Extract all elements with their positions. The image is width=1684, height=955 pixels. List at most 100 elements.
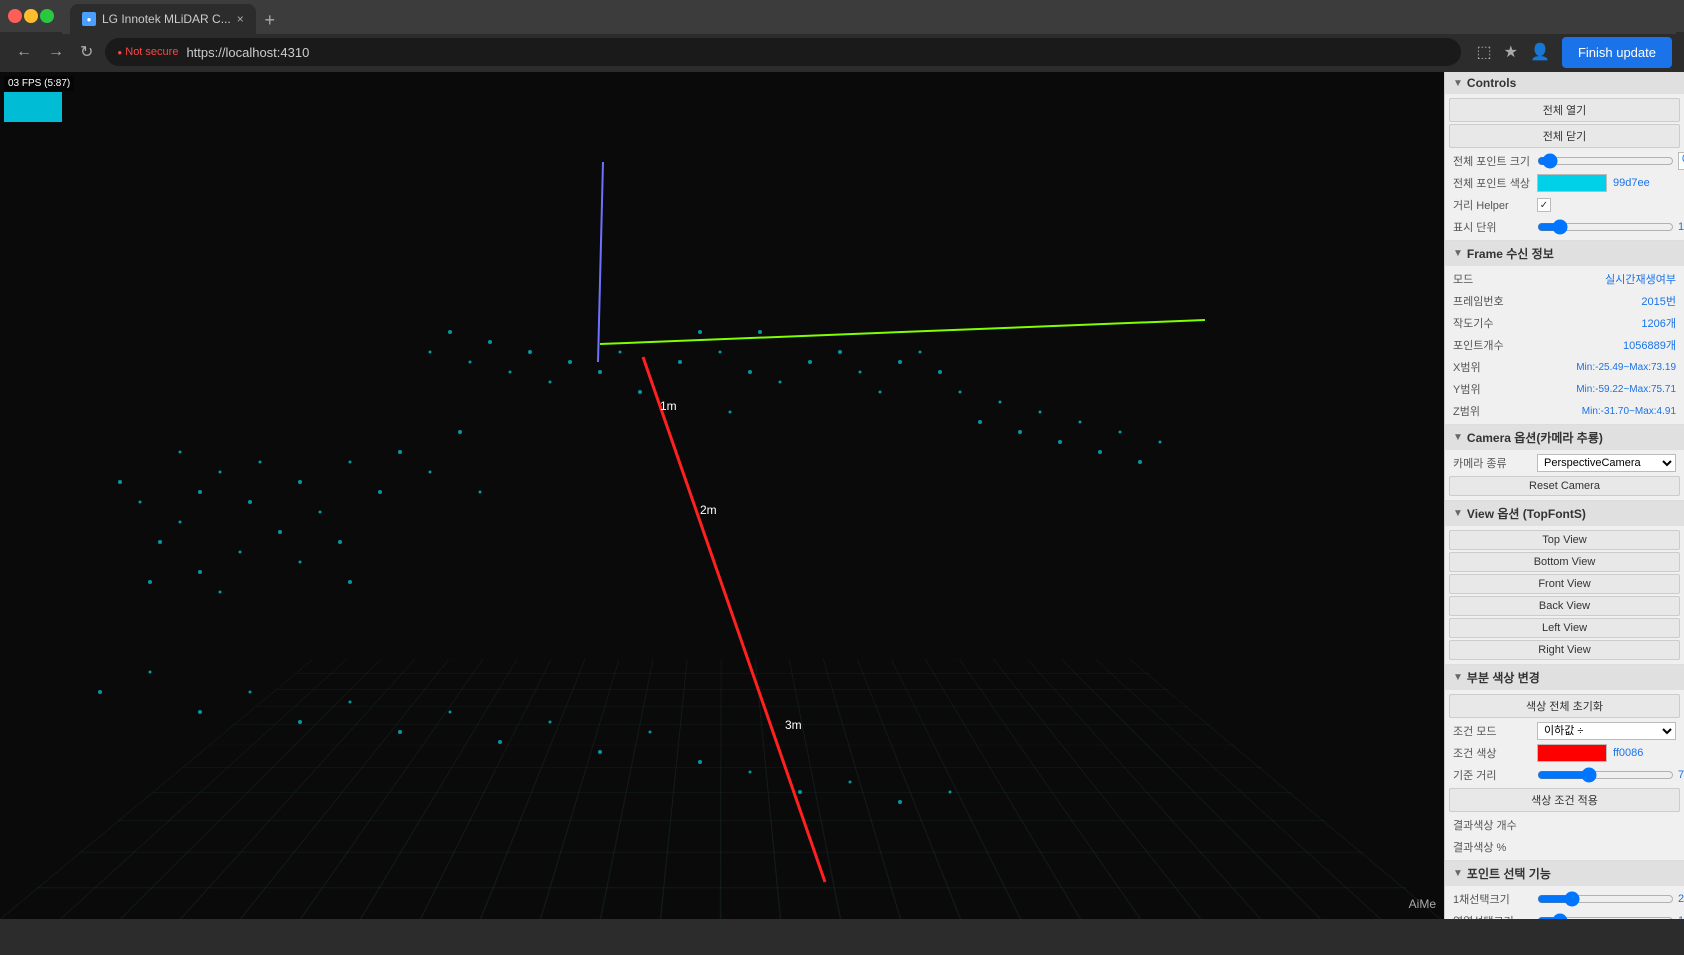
base-distance-slider[interactable] <box>1537 766 1674 784</box>
camera-title: Camera 옵션(카메라 추룡) <box>1467 429 1603 446</box>
camera-chevron: ▼ <box>1453 432 1463 443</box>
distance-helper-checkbox[interactable]: ✓ <box>1537 198 1551 212</box>
tab-close-btn[interactable]: × <box>237 12 244 26</box>
camera-type-select[interactable]: PerspectiveCamera <box>1537 454 1676 472</box>
bottom-view-btn[interactable]: Bottom View <box>1449 552 1680 572</box>
distance-helper-row: 거리 Helper ✓ <box>1445 194 1684 216</box>
bookmark-icon[interactable]: ★ <box>1504 42 1518 62</box>
base-distance-label: 기준 거리 <box>1453 767 1533 783</box>
nav-bar: ← → ↻ Not secure https://localhost:4310 … <box>0 32 1684 72</box>
area-select-slider[interactable] <box>1537 912 1674 919</box>
camera-section-header[interactable]: ▼ Camera 옵션(카메라 추룡) <box>1445 425 1684 450</box>
x-range-label: X범위 <box>1453 359 1533 375</box>
point-color-value: 99d7ee <box>1613 177 1650 189</box>
select-size-slider[interactable] <box>1537 890 1674 908</box>
frame-section: ▼ Frame 수신 정보 모드 실시간재생여부 프레임번호 2015번 작도기… <box>1445 241 1684 425</box>
top-view-btn[interactable]: Top View <box>1449 530 1680 550</box>
url-display: https://localhost:4310 <box>186 45 309 60</box>
refresh-btn[interactable]: ↻ <box>76 38 97 66</box>
profile-icon[interactable]: 👤 <box>1530 42 1550 62</box>
address-bar[interactable]: Not secure https://localhost:4310 <box>105 38 1460 66</box>
view-section: ▼ View 옵션 (TopFontS) Top View Bottom Vie… <box>1445 501 1684 665</box>
measure-2m: 2m <box>700 503 717 517</box>
point-count-row: 작도기수 1206개 <box>1445 312 1684 334</box>
color-section-header[interactable]: ▼ 부분 색상 변경 <box>1445 665 1684 690</box>
open-all-btn[interactable]: 전체 열기 <box>1449 98 1680 122</box>
frame-no-row: 프레임번호 2015번 <box>1445 290 1684 312</box>
select-size-row: 1채선택크기 2 <box>1445 888 1684 910</box>
security-indicator: Not secure <box>117 46 178 58</box>
finish-update-button[interactable]: Finish update <box>1562 37 1672 68</box>
left-view-btn[interactable]: Left View <box>1449 618 1680 638</box>
display-unit-slider[interactable] <box>1537 218 1674 236</box>
select-size-value: 2 <box>1678 893 1684 905</box>
camera-content: 카메라 종류 PerspectiveCamera Reset Camera <box>1445 450 1684 500</box>
close-all-btn[interactable]: 전체 닫기 <box>1449 124 1680 148</box>
z-range-row: Z범위 Min:-31.70~Max:4.91 <box>1445 400 1684 422</box>
controls-content: 전체 열기 전체 닫기 전체 포인트 크기 0.005 전체 포인트 색상 99… <box>1445 94 1684 240</box>
condition-color-swatch[interactable] <box>1537 744 1607 762</box>
color-content: 색상 전체 초기화 조건 모드 이하값 ÷ 조건 색상 ff0086 기준 거리… <box>1445 690 1684 860</box>
tab-bar: ● LG Innotek MLiDAR C... × + <box>62 0 1676 34</box>
point-count-value: 1206개 <box>1537 315 1676 331</box>
frame-title: Frame 수신 정보 <box>1467 245 1554 262</box>
point-count-label: 작도기수 <box>1453 315 1533 331</box>
point-chevron: ▼ <box>1453 868 1463 879</box>
point-size-slider[interactable] <box>1537 152 1674 170</box>
x-range-value: Min:-25.49~Max:73.19 <box>1537 362 1676 373</box>
select-size-label: 1채선택크기 <box>1453 891 1533 907</box>
result-percent-row: 결과색상 % <box>1445 836 1684 858</box>
front-view-btn[interactable]: Front View <box>1449 574 1680 594</box>
point-content: 1채선택크기 2 영역선택크기 1 포인트 잡기 마우스이동(미선택) ÷ 선택… <box>1445 886 1684 919</box>
view-section-header[interactable]: ▼ View 옵션 (TopFontS) <box>1445 501 1684 526</box>
reset-camera-btn[interactable]: Reset Camera <box>1449 476 1680 496</box>
display-unit-row: 표시 단위 1 <box>1445 216 1684 238</box>
back-view-btn[interactable]: Back View <box>1449 596 1680 616</box>
3d-canvas[interactable]: 1m 2m 3m <box>0 72 1444 919</box>
controls-header[interactable]: ▼ Controls <box>1445 72 1684 94</box>
mode-value: 실시간재생여부 <box>1537 271 1676 287</box>
window-close-btn[interactable] <box>8 9 22 23</box>
display-unit-label: 표시 단위 <box>1453 219 1533 235</box>
right-panel: ▼ Controls 전체 열기 전체 닫기 전체 포인트 크기 0.005 전… <box>1444 72 1684 919</box>
new-tab-btn[interactable]: + <box>256 6 284 34</box>
result-percent-label: 결과색상 % <box>1453 839 1533 855</box>
frame-no-label: 프레임번호 <box>1453 293 1533 309</box>
controls-title: Controls <box>1467 76 1516 90</box>
3d-viewport[interactable]: 03 FPS (5:87) <box>0 72 1444 919</box>
frame-chevron: ▼ <box>1453 248 1463 259</box>
right-view-btn[interactable]: Right View <box>1449 640 1680 660</box>
point-size-row: 전체 포인트 크기 0.005 <box>1445 150 1684 172</box>
point-section-header[interactable]: ▼ 포인트 선택 기능 <box>1445 861 1684 886</box>
display-unit-value: 1 <box>1678 221 1684 233</box>
frame-content: 모드 실시간재생여부 프레임번호 2015번 작도기수 1206개 포인트개수 … <box>1445 266 1684 424</box>
apply-condition-btn[interactable]: 색상 조건 적용 <box>1449 788 1680 812</box>
view-chevron: ▼ <box>1453 508 1463 519</box>
color-reset-btn[interactable]: 색상 전체 초기화 <box>1449 694 1680 718</box>
point-color-swatch[interactable] <box>1537 174 1607 192</box>
active-tab[interactable]: ● LG Innotek MLiDAR C... × <box>70 4 256 34</box>
condition-mode-select[interactable]: 이하값 ÷ <box>1537 722 1676 740</box>
window-controls <box>8 9 54 23</box>
not-secure-label: Not secure <box>125 46 178 58</box>
back-btn[interactable]: ← <box>12 39 36 65</box>
result-count-row: 결과색상 개수 <box>1445 814 1684 836</box>
blue-axis-line <box>598 162 603 362</box>
mode-label: 모드 <box>1453 271 1533 287</box>
forward-btn[interactable]: → <box>44 39 68 65</box>
color-chevron: ▼ <box>1453 672 1463 683</box>
z-range-label: Z범위 <box>1453 403 1533 419</box>
view-content: Top View Bottom View Front View Back Vie… <box>1445 526 1684 664</box>
tab-favicon: ● <box>82 12 96 26</box>
frame-section-header[interactable]: ▼ Frame 수신 정보 <box>1445 241 1684 266</box>
point-color-label: 전체 포인트 색상 <box>1453 175 1533 191</box>
cast-icon[interactable]: ⬚ <box>1477 42 1492 62</box>
condition-color-value: ff0086 <box>1613 747 1643 759</box>
browser-chrome: ● LG Innotek MLiDAR C... × + ← → ↻ Not s… <box>0 0 1684 72</box>
point-title: 포인트 선택 기능 <box>1467 865 1551 882</box>
point-total-label: 포인트개수 <box>1453 337 1533 353</box>
camera-type-row: 카메라 종류 PerspectiveCamera <box>1445 452 1684 474</box>
point-size-value: 0.005 <box>1678 152 1684 170</box>
window-minimize-btn[interactable] <box>24 9 38 23</box>
window-maximize-btn[interactable] <box>40 9 54 23</box>
